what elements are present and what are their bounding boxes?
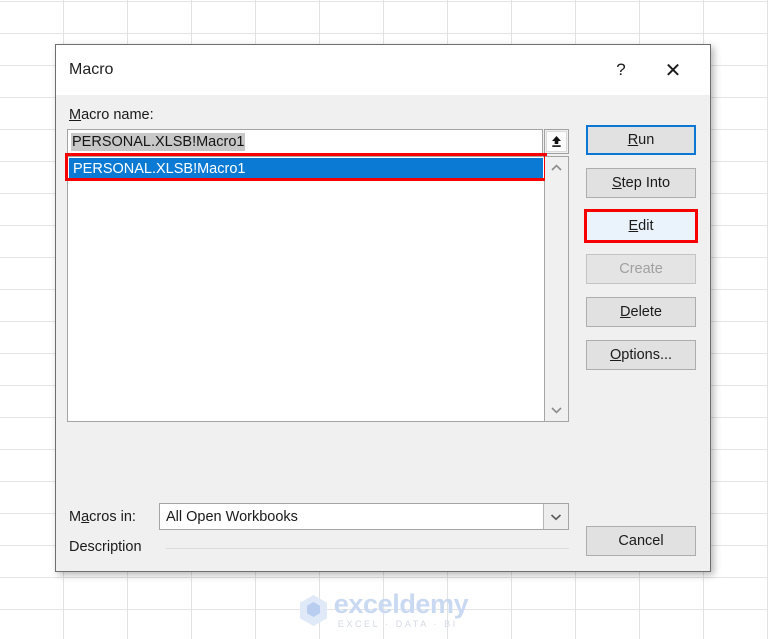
run-button[interactable]: Run — [586, 125, 696, 155]
description-divider — [166, 548, 569, 549]
delete-button-label: elete — [630, 304, 662, 320]
macro-name-label-accel: M — [69, 107, 82, 123]
dialog-title: Macro — [69, 61, 114, 78]
up-arrow-icon — [546, 131, 567, 152]
cancel-button[interactable]: Cancel — [586, 526, 696, 556]
chevron-down-icon[interactable] — [543, 504, 568, 529]
options-button-label: ptions... — [621, 347, 673, 363]
list-item[interactable]: PERSONAL.XLSB!Macro1 — [69, 158, 543, 180]
macro-list-scrollbar[interactable] — [545, 156, 569, 422]
scrollbar-down-arrow-icon[interactable] — [545, 399, 568, 421]
run-button-accel: R — [627, 132, 639, 148]
macro-list[interactable]: PERSONAL.XLSB!Macro1 — [67, 156, 545, 422]
macros-in-label-pre: M — [69, 509, 82, 525]
dialog-titlebar[interactable]: Macro ? ✕ — [56, 45, 710, 95]
options-button-accel: O — [609, 347, 622, 363]
scroll-to-top-up-arrow-button[interactable] — [544, 129, 569, 154]
options-button[interactable]: Options... — [586, 340, 696, 370]
macro-name-label: Macro name: — [69, 107, 154, 123]
edit-button-label: dit — [638, 218, 654, 234]
macro-name-input-value: PERSONAL.XLSB!Macro1 — [71, 132, 246, 151]
macros-in-selected-value: All Open Workbooks — [166, 508, 298, 525]
macro-name-label-rest: acro name: — [81, 107, 154, 123]
edit-button[interactable]: Edit — [586, 211, 696, 241]
macro-name-input[interactable]: PERSONAL.XLSB!Macro1 — [67, 129, 543, 154]
scrollbar-up-arrow-icon[interactable] — [545, 157, 568, 179]
help-icon[interactable]: ? — [598, 45, 644, 95]
edit-button-accel: E — [628, 218, 639, 234]
macros-in-dropdown[interactable]: All Open Workbooks — [159, 503, 569, 530]
step-into-button-accel: S — [611, 175, 622, 191]
create-button: Create — [586, 254, 696, 284]
run-button-label: un — [638, 132, 655, 148]
macro-dialog: Macro ? ✕ Macro name: PERSONAL.XLSB!Macr… — [55, 44, 711, 572]
macros-in-label-accel: a — [81, 509, 90, 525]
step-into-button[interactable]: Step Into — [586, 168, 696, 198]
macros-in-label-post: cros in: — [89, 509, 136, 525]
step-into-button-label: tep Into — [621, 175, 671, 191]
delete-button[interactable]: Delete — [586, 297, 696, 327]
macros-in-label: Macros in: — [69, 509, 136, 525]
scrollbar-track[interactable] — [545, 179, 568, 399]
dialog-body: Macro name: PERSONAL.XLSB!Macro1 PERSONA… — [56, 95, 710, 572]
cancel-button-label: Cancel — [618, 533, 664, 549]
description-label: Description — [69, 539, 142, 555]
create-button-label: Create — [619, 261, 663, 277]
close-icon[interactable]: ✕ — [650, 45, 696, 95]
delete-button-accel: D — [620, 304, 631, 320]
